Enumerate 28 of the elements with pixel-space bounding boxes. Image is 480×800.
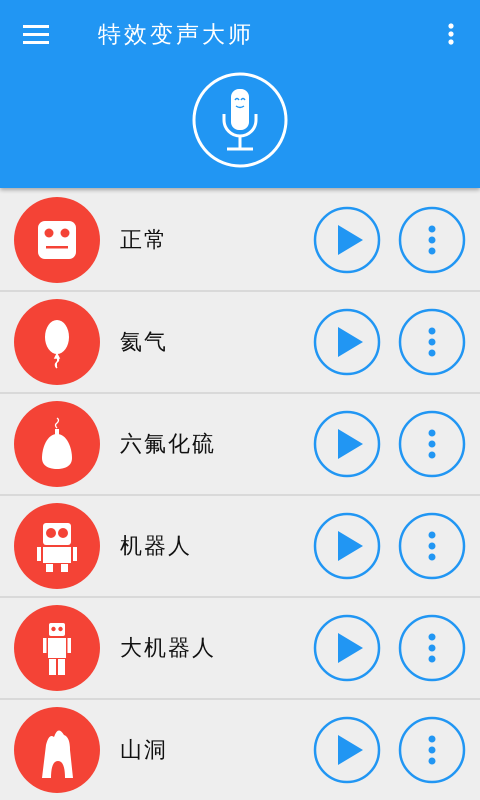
more-button[interactable]: [398, 614, 466, 682]
more-button[interactable]: [398, 410, 466, 478]
play-button[interactable]: [313, 308, 381, 376]
cave-icon: [14, 707, 100, 793]
play-button[interactable]: [313, 410, 381, 478]
record-button[interactable]: [192, 72, 288, 168]
robot-icon: [14, 605, 100, 691]
effect-name: 正常: [120, 227, 169, 255]
effect-name: 氦气: [120, 329, 169, 357]
menu-icon[interactable]: [23, 24, 49, 44]
more-icon[interactable]: [448, 23, 454, 45]
face-icon: [14, 197, 100, 283]
effect-name: 大机器人: [120, 635, 217, 663]
robot-icon: [14, 503, 100, 589]
effect-name: 机器人: [120, 533, 193, 561]
balloon-icon: [14, 299, 100, 385]
play-button[interactable]: [313, 512, 381, 580]
more-button[interactable]: [398, 512, 466, 580]
effect-name: 山洞: [120, 737, 169, 765]
weight-icon: [14, 401, 100, 487]
play-button[interactable]: [313, 206, 381, 274]
more-button[interactable]: [398, 716, 466, 784]
more-button[interactable]: [398, 308, 466, 376]
more-button[interactable]: [398, 206, 466, 274]
effect-name: 六氟化硫: [120, 431, 217, 459]
play-button[interactable]: [313, 614, 381, 682]
play-button[interactable]: [313, 716, 381, 784]
app-title: 特效变声大师: [98, 20, 255, 50]
